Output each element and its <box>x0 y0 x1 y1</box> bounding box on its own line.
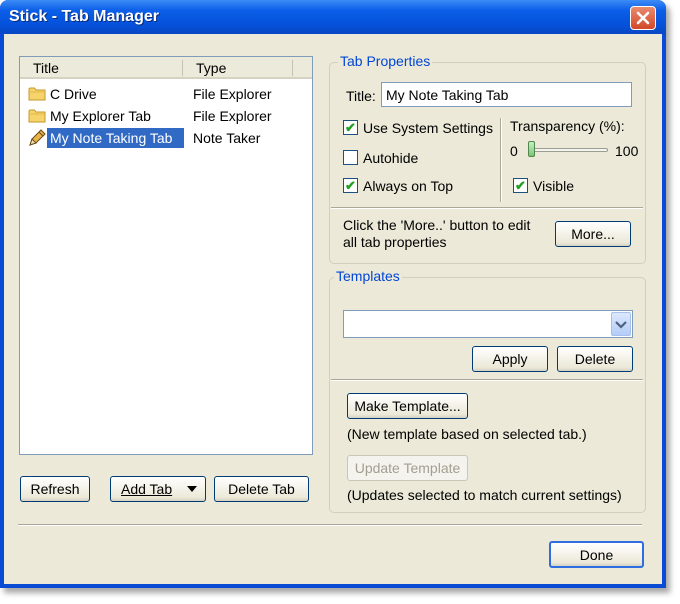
title-label: Title: <box>346 88 376 104</box>
title-input[interactable]: My Note Taking Tab <box>381 82 632 107</box>
window-title: Stick - Tab Manager <box>9 8 159 25</box>
header-divider[interactable] <box>182 60 183 76</box>
chevron-down-icon <box>615 321 627 329</box>
transparency-max-label: 100 <box>615 143 639 159</box>
bottom-separator <box>18 524 642 526</box>
visible-label[interactable]: Visible <box>533 178 574 194</box>
autohide-label[interactable]: Autohide <box>363 150 418 166</box>
refresh-button[interactable]: Refresh <box>20 476 90 502</box>
checkmark-icon: ✔ <box>515 178 526 193</box>
checkmark-icon: ✔ <box>345 178 356 193</box>
folder-icon <box>28 109 46 123</box>
use-system-settings-checkbox[interactable]: ✔ <box>343 120 358 135</box>
visible-checkbox[interactable]: ✔ <box>513 178 528 193</box>
transparency-min-label: 0 <box>510 143 518 159</box>
pencil-icon <box>29 129 46 146</box>
close-icon <box>636 11 650 25</box>
list-item-type: Note Taker <box>193 130 261 146</box>
make-template-note: (New template based on selected tab.) <box>347 426 587 442</box>
list-item-type: File Explorer <box>193 108 272 124</box>
update-template-note: (Updates selected to match current setti… <box>347 487 622 503</box>
delete-template-button[interactable]: Delete <box>557 346 633 372</box>
list-item-title[interactable]: My Explorer Tab <box>50 108 151 124</box>
list-item-title[interactable]: C Drive <box>50 86 97 102</box>
column-header-title[interactable]: Title <box>33 60 59 76</box>
always-on-top-checkbox[interactable]: ✔ <box>343 178 358 193</box>
list-item-type: File Explorer <box>193 86 272 102</box>
close-button[interactable] <box>630 6 656 30</box>
apply-button[interactable]: Apply <box>472 346 548 372</box>
properties-separator <box>331 207 643 209</box>
list-item-title[interactable]: My Note Taking Tab <box>50 130 172 146</box>
autohide-checkbox[interactable] <box>343 150 358 165</box>
templates-legend: Templates <box>334 268 402 284</box>
properties-divider <box>500 118 502 202</box>
more-hint-text: Click the 'More..' button to edit all ta… <box>343 217 531 250</box>
column-header-type[interactable]: Type <box>196 60 226 76</box>
header-divider[interactable] <box>292 60 293 76</box>
use-system-settings-label[interactable]: Use System Settings <box>363 120 493 136</box>
more-button[interactable]: More... <box>555 221 631 247</box>
delete-tab-button[interactable]: Delete Tab <box>214 476 309 502</box>
tab-properties-legend: Tab Properties <box>338 53 433 69</box>
transparency-slider-track[interactable] <box>528 148 608 152</box>
template-dropdown-button[interactable] <box>611 312 631 336</box>
checkmark-icon: ✔ <box>345 120 356 135</box>
make-template-button[interactable]: Make Template... <box>347 393 468 419</box>
always-on-top-label[interactable]: Always on Top <box>363 178 453 194</box>
templates-separator <box>331 379 643 381</box>
folder-icon <box>28 87 46 101</box>
transparency-slider-thumb[interactable] <box>528 141 535 157</box>
template-select[interactable] <box>343 310 633 338</box>
update-template-button[interactable]: Update Template <box>347 455 468 481</box>
title-input-value: My Note Taking Tab <box>386 87 509 103</box>
list-header <box>20 57 312 79</box>
done-button[interactable]: Done <box>549 541 644 568</box>
add-tab-label: Add Tab <box>121 481 173 497</box>
dropdown-arrow-icon[interactable] <box>186 485 198 493</box>
transparency-label: Transparency (%): <box>510 118 625 134</box>
